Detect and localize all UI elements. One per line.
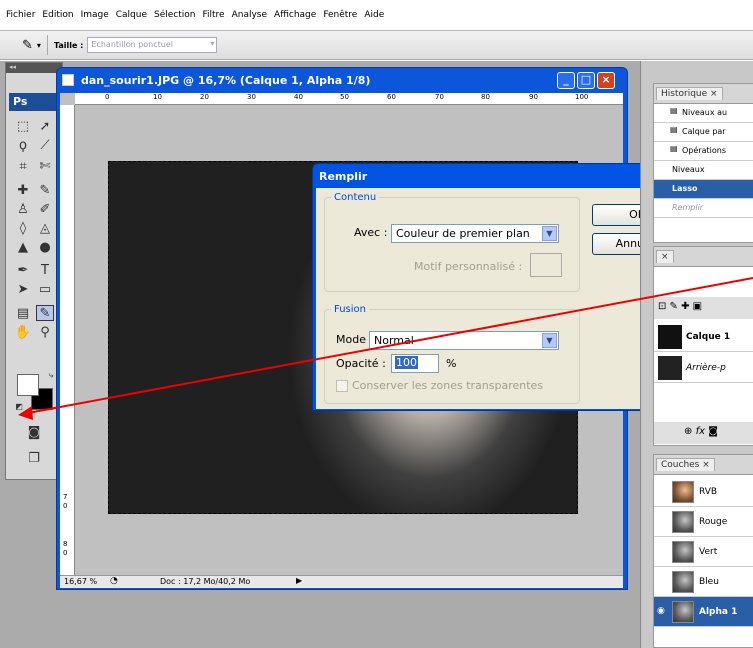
- annotation-arrow: [18, 277, 753, 420]
